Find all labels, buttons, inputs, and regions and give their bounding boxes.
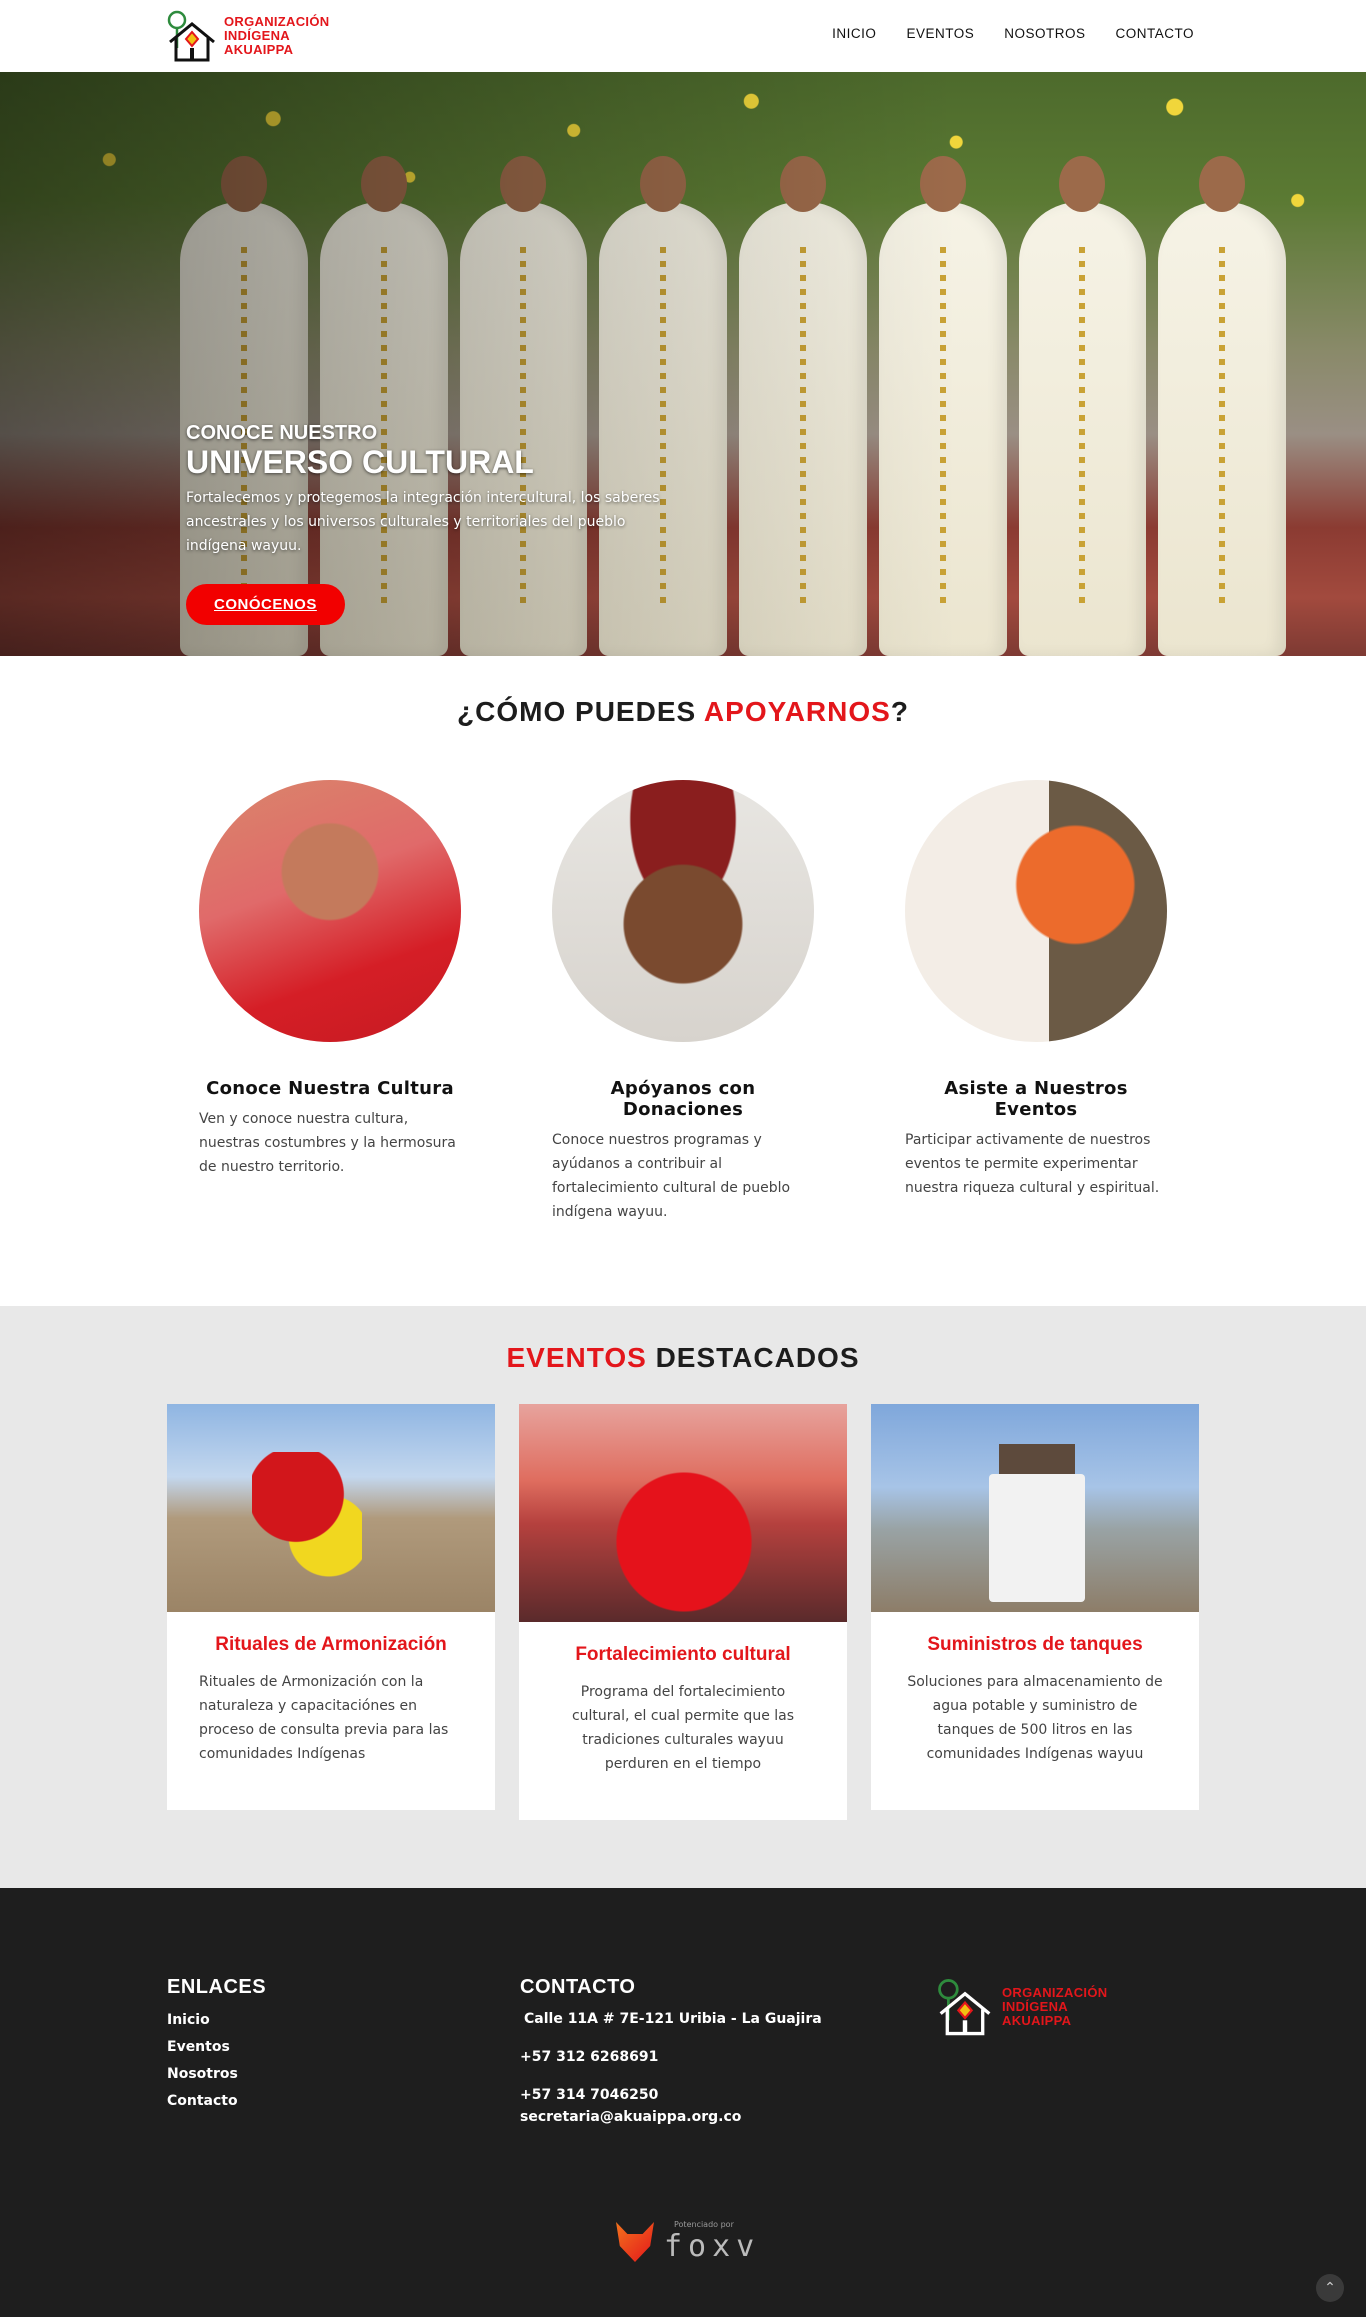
footer-links: Inicio Eventos Nosotros Contacto [167,2007,266,2115]
nav-inicio[interactable]: INICIO [832,26,876,41]
site-logo[interactable]: ORGANIZACIÓN INDÍGENA AKUAIPPA [166,8,329,64]
event-description: Programa del fortalecimiento cultural, e… [571,1684,795,1772]
donations-photo [552,780,814,1042]
footer-link-nosotros[interactable]: Nosotros [167,2061,266,2088]
support-card-text: Conoce nuestros programas y ayúdanos a c… [552,1132,791,1220]
powered-by-label: Potenciado por [674,2220,734,2229]
support-card-culture: Conoce Nuestra Cultura Ven y conoce nues… [199,780,461,1224]
footer-links-column: ENLACES Inicio Eventos Nosotros Contacto [167,1976,266,2115]
event-description: Soluciones para almacenamiento de agua p… [907,1674,1163,1762]
hero-description: Fortalecemos y protegemos la integración… [186,490,660,554]
support-card-donations: Apóyanos con Donaciones Conoce nuestros … [552,780,814,1224]
hero-title: UNIVERSO CULTURAL [186,444,534,480]
logo-line-1: ORGANIZACIÓN [1002,1985,1108,2000]
scroll-to-top-button[interactable]: ⌃ [1316,2274,1344,2302]
event-card-body: Fortalecimiento cultural Programa del fo… [519,1622,847,1820]
foxv-name: foxv [664,2229,761,2264]
house-tree-logo-icon [167,10,215,62]
logo-line-2: INDÍGENA [224,28,290,43]
hero-banner: CONOCE NUESTRO UNIVERSO CULTURAL Fortale… [0,72,1366,656]
support-card-title: Conoce Nuestra Cultura [206,1078,454,1099]
logo-line-3: AKUAIPPA [224,42,294,57]
event-card-body: Suministros de tanques Soluciones para a… [871,1612,1199,1810]
event-photo [167,1404,495,1612]
event-title[interactable]: Rituales de Armonización [199,1634,463,1656]
culture-photo [199,780,461,1042]
event-title[interactable]: Suministros de tanques [903,1634,1167,1656]
house-tree-logo-icon [938,1979,991,2036]
footer-contact-title: CONTACTO [520,1976,636,1998]
footer-contact-column: CONTACTO Calle 11A # 7E-121 Uribia - La … [520,1976,822,2125]
support-heading: ¿CÓMO PUEDES APOYARNOS? [0,696,1366,728]
site-footer: ENLACES Inicio Eventos Nosotros Contacto… [0,1888,1366,2317]
footer-address: Calle 11A # 7E-121 Uribia - La Guajira [524,2011,822,2027]
footer-link-eventos[interactable]: Eventos [167,2034,266,2061]
logo-line-2: INDÍGENA [1002,1999,1068,2014]
logo-line-3: AKUAIPPA [1002,2013,1072,2028]
footer-logo-wordmark: ORGANIZACIÓN INDÍGENA AKUAIPPA [1002,1986,1107,2028]
events-heading-rest: DESTACADOS [646,1342,860,1373]
main-nav: INICIO EVENTOS NOSOTROS CONTACTO [832,26,1194,41]
events-heading: EVENTOS DESTACADOS [0,1342,1366,1374]
footer-logo[interactable]: ORGANIZACIÓN INDÍGENA AKUAIPPA [934,1976,1107,2038]
site-header: ORGANIZACIÓN INDÍGENA AKUAIPPA INICIO EV… [0,0,1366,72]
support-heading-highlight: APOYARNOS [703,696,891,727]
fox-icon [616,2222,654,2262]
support-card-title: Asiste a Nuestros Eventos [944,1078,1128,1120]
support-card-text: Ven y conoce nuestra cultura, nuestras c… [199,1111,456,1175]
foxv-wordmark: Potenciado por foxv [664,2220,760,2264]
events-heading-highlight: EVENTOS [506,1342,647,1373]
support-card-title: Apóyanos con Donaciones [610,1078,756,1120]
event-card-fortalecimiento[interactable]: Fortalecimiento cultural Programa del fo… [519,1404,847,1820]
footer-email[interactable]: secretaria@akuaippa.org.co [520,2109,822,2125]
nav-contacto[interactable]: CONTACTO [1115,26,1194,41]
event-card-rituales[interactable]: Rituales de Armonización Rituales de Arm… [167,1404,495,1810]
support-cards: Conoce Nuestra Cultura Ven y conoce nues… [0,780,1366,1224]
event-photo [871,1404,1199,1612]
support-heading-end: ? [890,696,909,727]
events-photo [905,780,1167,1042]
chevron-up-icon: ⌃ [1324,2280,1336,2296]
hero-content: CONOCE NUESTRO UNIVERSO CULTURAL Fortale… [186,422,686,625]
powered-by-foxv[interactable]: Potenciado por foxv [616,2220,760,2264]
footer-links-title: ENLACES [167,1976,267,1998]
support-heading-start: ¿CÓMO PUEDES [457,696,704,727]
support-section: ¿CÓMO PUEDES APOYARNOS? Conoce Nuestra C… [0,656,1366,1306]
footer-link-contacto[interactable]: Contacto [167,2088,266,2115]
event-card-body: Rituales de Armonización Rituales de Arm… [167,1612,495,1810]
event-description: Rituales de Armonización con la naturale… [199,1674,449,1762]
event-card-tanques[interactable]: Suministros de tanques Soluciones para a… [871,1404,1199,1810]
event-cards: Rituales de Armonización Rituales de Arm… [0,1404,1366,1820]
logo-line-1: ORGANIZACIÓN [224,14,330,29]
footer-link-inicio[interactable]: Inicio [167,2007,266,2034]
event-title[interactable]: Fortalecimiento cultural [551,1644,815,1666]
conocenos-button[interactable]: CONÓCENOS [186,584,345,625]
hero-kicker: CONOCE NUESTRO [186,422,378,444]
footer-phone-2[interactable]: +57 314 7046250 [520,2087,822,2103]
event-photo [519,1404,847,1622]
support-card-text: Participar activamente de nuestros event… [905,1132,1160,1196]
featured-events-section: EVENTOS DESTACADOS Rituales de Armonizac… [0,1306,1366,1888]
nav-eventos[interactable]: EVENTOS [906,26,974,41]
footer-phone-1[interactable]: +57 312 6268691 [520,2049,822,2065]
support-card-events: Asiste a Nuestros Eventos Participar act… [905,780,1167,1224]
nav-nosotros[interactable]: NOSOTROS [1004,26,1085,41]
logo-wordmark: ORGANIZACIÓN INDÍGENA AKUAIPPA [224,15,329,57]
